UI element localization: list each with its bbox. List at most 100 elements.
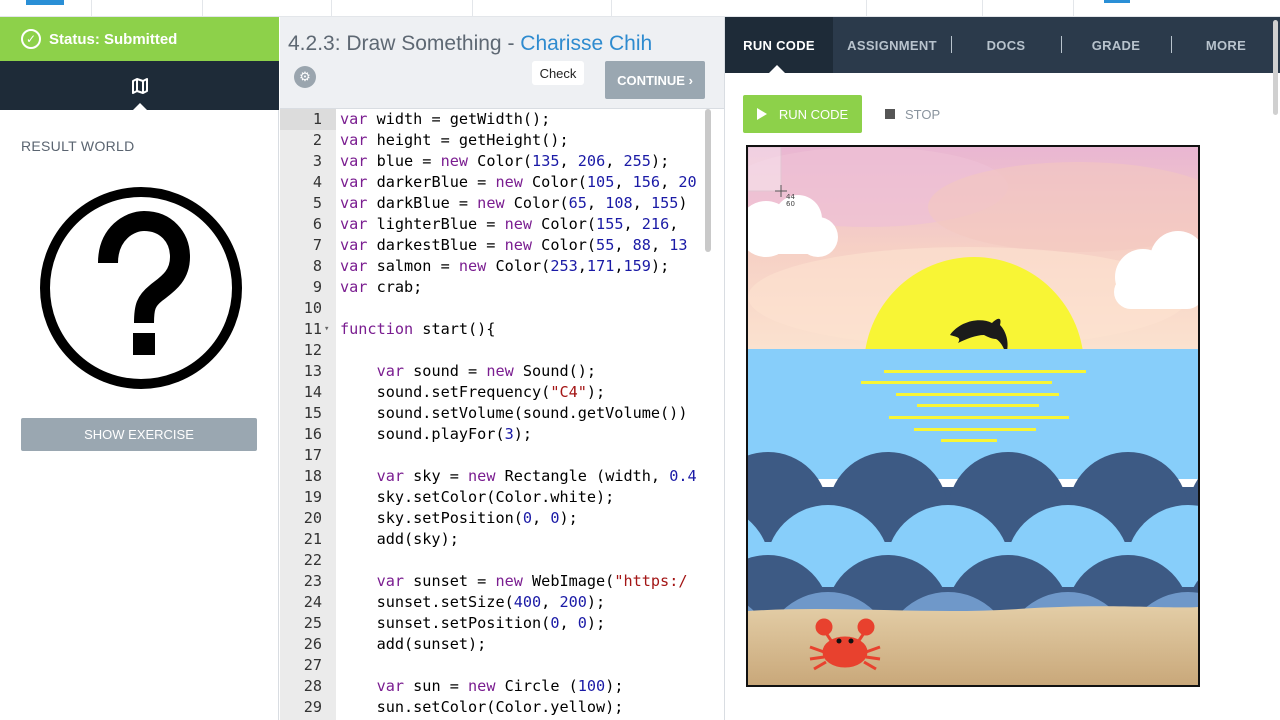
gear-icon[interactable]: ⚙ bbox=[294, 66, 316, 88]
tab-notch bbox=[769, 65, 785, 73]
code-text: var height = getHeight(); bbox=[340, 131, 569, 149]
top-indicator bbox=[1104, 0, 1130, 3]
tab-assignment[interactable]: ASSIGNMENT bbox=[833, 17, 951, 73]
line-number: 29 bbox=[303, 698, 322, 716]
mouse-hover-box bbox=[748, 147, 782, 192]
cursor-y-readout: 60 bbox=[786, 200, 795, 208]
code-text: var lighterBlue = new Color(155, 216, bbox=[340, 215, 688, 233]
line-number: 11 bbox=[303, 320, 322, 338]
exercise-title: 4.2.3: Draw Something - Charisse Chih bbox=[288, 32, 652, 56]
line-number: 5 bbox=[312, 194, 322, 212]
output-panel: MORE GRADE DOCS ASSIGNMENT RUN CODE RUN CODE… bbox=[724, 17, 1280, 720]
top-divider bbox=[611, 0, 612, 16]
top-divider bbox=[982, 0, 983, 16]
line-number: 6 bbox=[312, 215, 322, 233]
line-number: 7 bbox=[312, 236, 322, 254]
code-line[interactable]: 2 var height = getHeight(); bbox=[280, 130, 724, 151]
code-line[interactable]: 14 sound.setFrequency("C4"); bbox=[280, 382, 724, 403]
status-bar: ✓ Status: Submitted bbox=[0, 17, 279, 61]
code-text: add(sky); bbox=[340, 530, 459, 548]
map-icon[interactable] bbox=[131, 77, 149, 95]
code-text: var width = getWidth(); bbox=[340, 110, 551, 128]
code-line[interactable]: 28 var sun = new Circle (100); bbox=[280, 676, 724, 697]
page-scrollbar[interactable] bbox=[1273, 20, 1278, 115]
stop-button[interactable]: STOP bbox=[885, 95, 940, 133]
code-text: var crab; bbox=[340, 278, 423, 296]
code-text: var sunset = new WebImage("https:/ bbox=[376, 572, 688, 590]
code-line[interactable]: 18 var sky = new Rectangle (width, 0.4 bbox=[280, 466, 724, 487]
code-line[interactable]: 29 sun.setColor(Color.yellow); bbox=[280, 697, 724, 718]
question-mark-icon bbox=[40, 187, 242, 389]
status-label: Status: Submitted bbox=[49, 30, 178, 48]
tab-separator bbox=[951, 36, 952, 53]
code-line[interactable]: 7 var darkestBlue = new Color(55, 88, 13 bbox=[280, 235, 724, 256]
author-link[interactable]: Charisse Chih bbox=[520, 32, 652, 55]
line-number: 12 bbox=[303, 341, 322, 359]
code-text: var sky = new Rectangle (width, 0.4 bbox=[376, 467, 697, 485]
code-text: var darkerBlue = new Color(105, 156, 20 bbox=[340, 173, 697, 191]
checkmark-icon: ✓ bbox=[21, 29, 41, 49]
top-divider bbox=[331, 0, 332, 16]
code-text: sky.setColor(Color.white); bbox=[340, 488, 615, 506]
code-line[interactable]: 21 add(sky); bbox=[280, 529, 724, 550]
code-line[interactable]: 11 ▾ function start(){ bbox=[280, 319, 724, 340]
run-code-button[interactable]: RUN CODE bbox=[743, 95, 862, 133]
code-line[interactable]: 15 sound.setVolume(sound.getVolume()) bbox=[280, 403, 724, 424]
code-line[interactable]: 6 var lighterBlue = new Color(155, 216, bbox=[280, 214, 724, 235]
code-line[interactable]: 5 var darkBlue = new Color(65, 108, 155) bbox=[280, 193, 724, 214]
line-number: 19 bbox=[303, 488, 322, 506]
show-exercise-button[interactable]: SHOW EXERCISE bbox=[21, 418, 257, 451]
code-line[interactable]: 26 add(sunset); bbox=[280, 634, 724, 655]
tab-bar: MORE GRADE DOCS ASSIGNMENT RUN CODE bbox=[725, 17, 1280, 73]
check-tooltip: Check bbox=[532, 61, 584, 85]
code-line[interactable]: 13 var sound = new Sound(); bbox=[280, 361, 724, 382]
tab-docs[interactable]: DOCS bbox=[951, 17, 1061, 73]
run-code-label: RUN CODE bbox=[778, 106, 849, 122]
map-bar-notch bbox=[132, 103, 148, 111]
exercise-number-title: 4.2.3: Draw Something bbox=[288, 32, 502, 55]
top-divider bbox=[472, 0, 473, 16]
line-number: 14 bbox=[303, 383, 322, 401]
line-number: 20 bbox=[303, 509, 322, 527]
code-line[interactable]: 10 bbox=[280, 298, 724, 319]
line-number: 22 bbox=[303, 551, 322, 569]
code-editor[interactable]: 1 var width = getWidth(); 2 var height = ge… bbox=[280, 109, 724, 720]
line-number: 15 bbox=[303, 404, 322, 422]
code-line[interactable]: 1 var width = getWidth(); bbox=[280, 109, 724, 130]
code-text: sunset.setPosition(0, 0); bbox=[340, 614, 606, 632]
code-line[interactable]: 23 var sunset = new WebImage("https:/ bbox=[280, 571, 724, 592]
code-line[interactable]: 19 sky.setColor(Color.white); bbox=[280, 487, 724, 508]
tab-grade[interactable]: GRADE bbox=[1061, 17, 1171, 73]
result-world-title: RESULT WORLD bbox=[21, 138, 135, 154]
code-line[interactable]: 22 bbox=[280, 550, 724, 571]
code-text: sound.setVolume(sound.getVolume()) bbox=[340, 404, 688, 422]
map-bar[interactable] bbox=[0, 61, 279, 111]
code-line[interactable]: 8 var salmon = new Color(253,171,159); bbox=[280, 256, 724, 277]
code-line[interactable]: 20 sky.setPosition(0, 0); bbox=[280, 508, 724, 529]
code-line[interactable]: 25 sunset.setPosition(0, 0); bbox=[280, 613, 724, 634]
code-text: var sun = new Circle (100); bbox=[376, 677, 624, 695]
code-line[interactable]: 24 sunset.setSize(400, 200); bbox=[280, 592, 724, 613]
code-line[interactable]: 12 bbox=[280, 340, 724, 361]
line-number: 8 bbox=[312, 257, 322, 275]
continue-button[interactable]: CONTINUE › bbox=[605, 61, 705, 99]
left-panel: ✓ Status: Submitted RESULT WORLD SHOW EX… bbox=[0, 17, 279, 720]
line-number: 16 bbox=[303, 425, 322, 443]
code-text: sound.setFrequency("C4"); bbox=[340, 383, 606, 401]
code-line[interactable]: 27 bbox=[280, 655, 724, 676]
line-number: 24 bbox=[303, 593, 322, 611]
code-line[interactable]: 9 var crab; bbox=[280, 277, 724, 298]
code-text: var salmon = new Color(253,171,159); bbox=[340, 257, 670, 275]
code-line[interactable]: 3 var blue = new Color(135, 206, 255); bbox=[280, 151, 724, 172]
line-number: 18 bbox=[303, 467, 322, 485]
tab-more[interactable]: MORE bbox=[1171, 17, 1280, 73]
code-line[interactable]: 17 bbox=[280, 445, 724, 466]
line-number: 21 bbox=[303, 530, 322, 548]
line-number: 10 bbox=[303, 299, 322, 317]
code-line[interactable]: 16 sound.playFor(3); bbox=[280, 424, 724, 445]
code-line[interactable]: 4 var darkerBlue = new Color(105, 156, 20 bbox=[280, 172, 724, 193]
output-canvas[interactable]: 44 60 bbox=[746, 145, 1200, 687]
fold-toggle-icon[interactable]: ▾ bbox=[324, 319, 329, 340]
code-text: function start(){ bbox=[340, 320, 496, 338]
top-divider bbox=[202, 0, 203, 16]
